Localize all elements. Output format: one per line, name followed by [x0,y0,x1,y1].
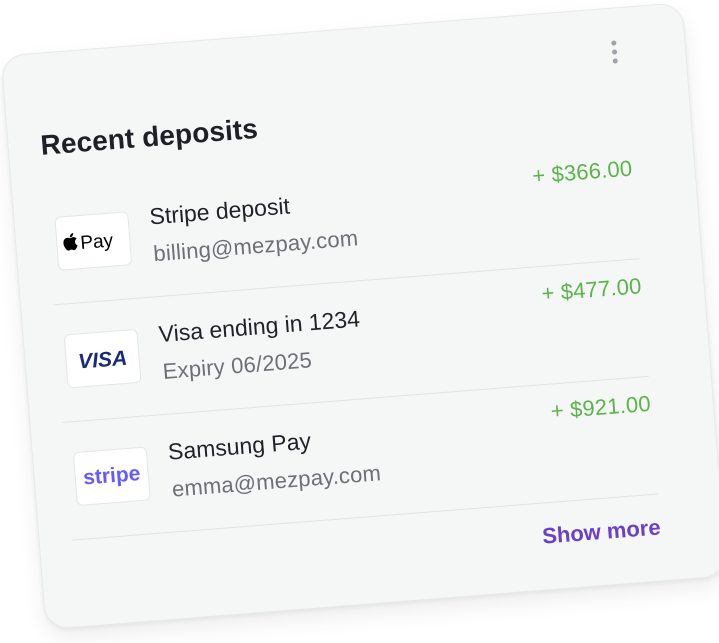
apple-pay-logo: Pay [54,211,133,271]
visa-icon: VISA [77,347,128,374]
svg-text:stripe: stripe [82,462,141,489]
deposit-name: Samsung Pay [167,427,312,465]
deposit-amount: + $921.00 [549,390,652,424]
more-vertical-icon [610,39,617,46]
apple-pay-icon: Pay [63,230,115,254]
svg-text:Pay: Pay [80,230,115,254]
more-vertical-icon [612,57,618,64]
deposit-list: Pay Stripe deposit billing@mezpay.com + … [43,141,658,541]
deposit-name: Visa ending in 1234 [157,305,361,348]
show-more-link[interactable]: Show more [541,514,661,549]
stage: Recent deposits Pay Stripe deposit billi… [0,0,719,643]
deposit-amount: + $477.00 [540,273,643,306]
deposit-detail: Expiry 06/2025 [161,347,313,384]
more-options-button[interactable] [602,36,626,68]
deposit-amount: + $366.00 [531,155,634,189]
deposit-detail: billing@mezpay.com [152,225,360,267]
more-vertical-icon [611,48,617,55]
visa-logo: VISA [63,328,142,389]
recent-deposits-card: Recent deposits Pay Stripe deposit billi… [0,2,719,630]
stripe-logo: stripe [72,446,151,507]
stripe-icon: stripe [82,462,141,489]
deposit-name: Stripe deposit [148,192,291,230]
svg-text:VISA: VISA [77,347,128,374]
card-title: Recent deposits [39,112,259,161]
deposit-detail: emma@mezpay.com [171,460,382,502]
